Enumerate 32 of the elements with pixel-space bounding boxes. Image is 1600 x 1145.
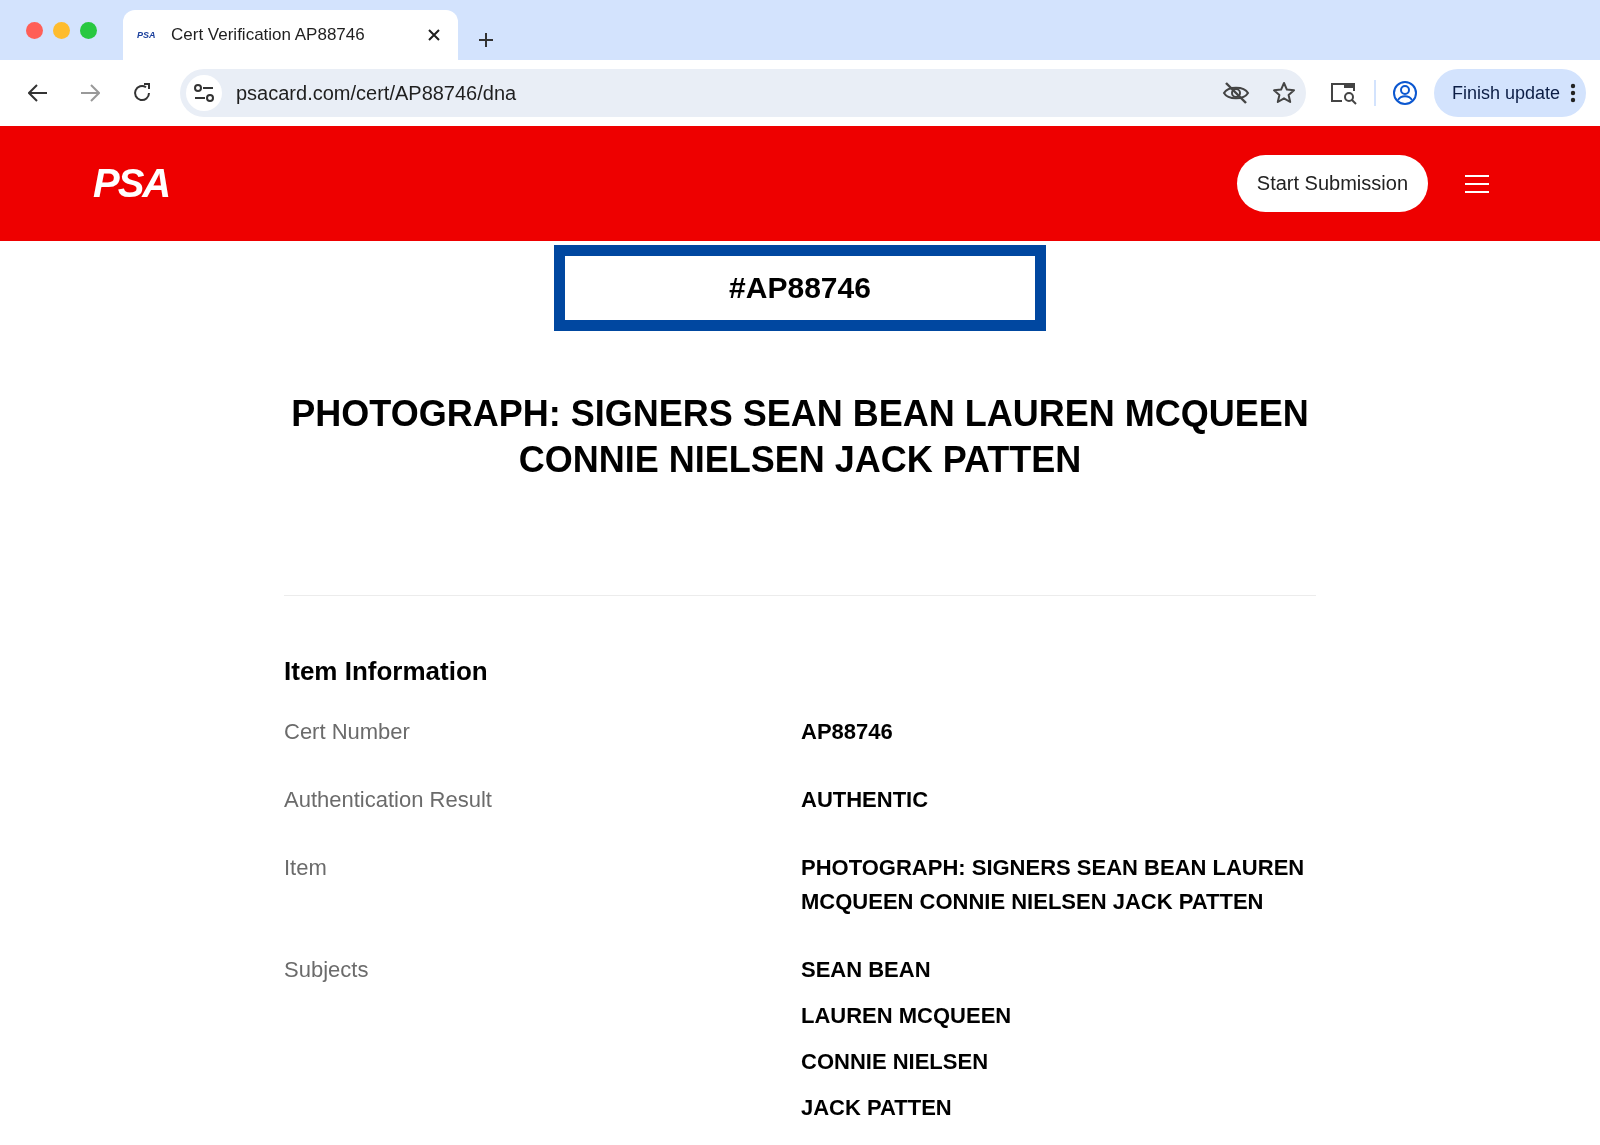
- favicon-logo: PSA: [137, 30, 157, 40]
- field-value: AUTHENTIC: [801, 786, 930, 814]
- more-icon: [1570, 83, 1576, 103]
- item-title: PHOTOGRAPH: SIGNERS SEAN BEAN LAUREN MCQUEEN CONNIE NIELSEN JACK PATTEN: [290, 392, 1310, 482]
- field-value: LAUREN MCQUEEN: [801, 1002, 1013, 1030]
- field-value: SEAN BEAN: [801, 956, 932, 984]
- reload-icon[interactable]: [132, 83, 152, 103]
- site-settings-icon[interactable]: [193, 83, 215, 103]
- field-value: AP88746: [801, 718, 894, 746]
- field-label: Cert Number: [284, 718, 411, 746]
- field-value: PHOTOGRAPH: SIGNERS SEAN BEAN LAUREN MCQUEEN CONNIE NIELSEN JACK PATTEN: [801, 854, 1306, 916]
- profile-icon[interactable]: [1391, 80, 1418, 106]
- star-icon[interactable]: [1271, 81, 1296, 105]
- browser-tab[interactable]: PSA Cert Verification AP88746: [123, 10, 458, 60]
- psa-logo[interactable]: PSA: [93, 161, 170, 205]
- field-value: CONNIE NIELSEN: [801, 1048, 990, 1076]
- finish-update-button[interactable]: Finish update: [1433, 69, 1586, 117]
- forward-icon[interactable]: [80, 84, 100, 102]
- tab-search-icon[interactable]: [1329, 81, 1358, 105]
- cert-number-banner: #AP88746: [554, 245, 1046, 331]
- field-label: Item: [284, 854, 328, 882]
- close-icon[interactable]: [427, 28, 441, 42]
- section-heading: Item Information: [284, 656, 489, 687]
- field-label: Authentication Result: [284, 786, 493, 814]
- tab-title: Cert Verification AP88746: [171, 25, 366, 45]
- start-submission-button[interactable]: Start Submission: [1236, 155, 1428, 212]
- field-label: Subjects: [284, 956, 370, 984]
- eye-slash-icon[interactable]: [1221, 81, 1250, 105]
- back-icon[interactable]: [28, 84, 48, 102]
- menu-icon[interactable]: [1464, 173, 1490, 194]
- new-tab-icon[interactable]: [478, 32, 494, 48]
- field-value: JACK PATTEN: [801, 1094, 953, 1122]
